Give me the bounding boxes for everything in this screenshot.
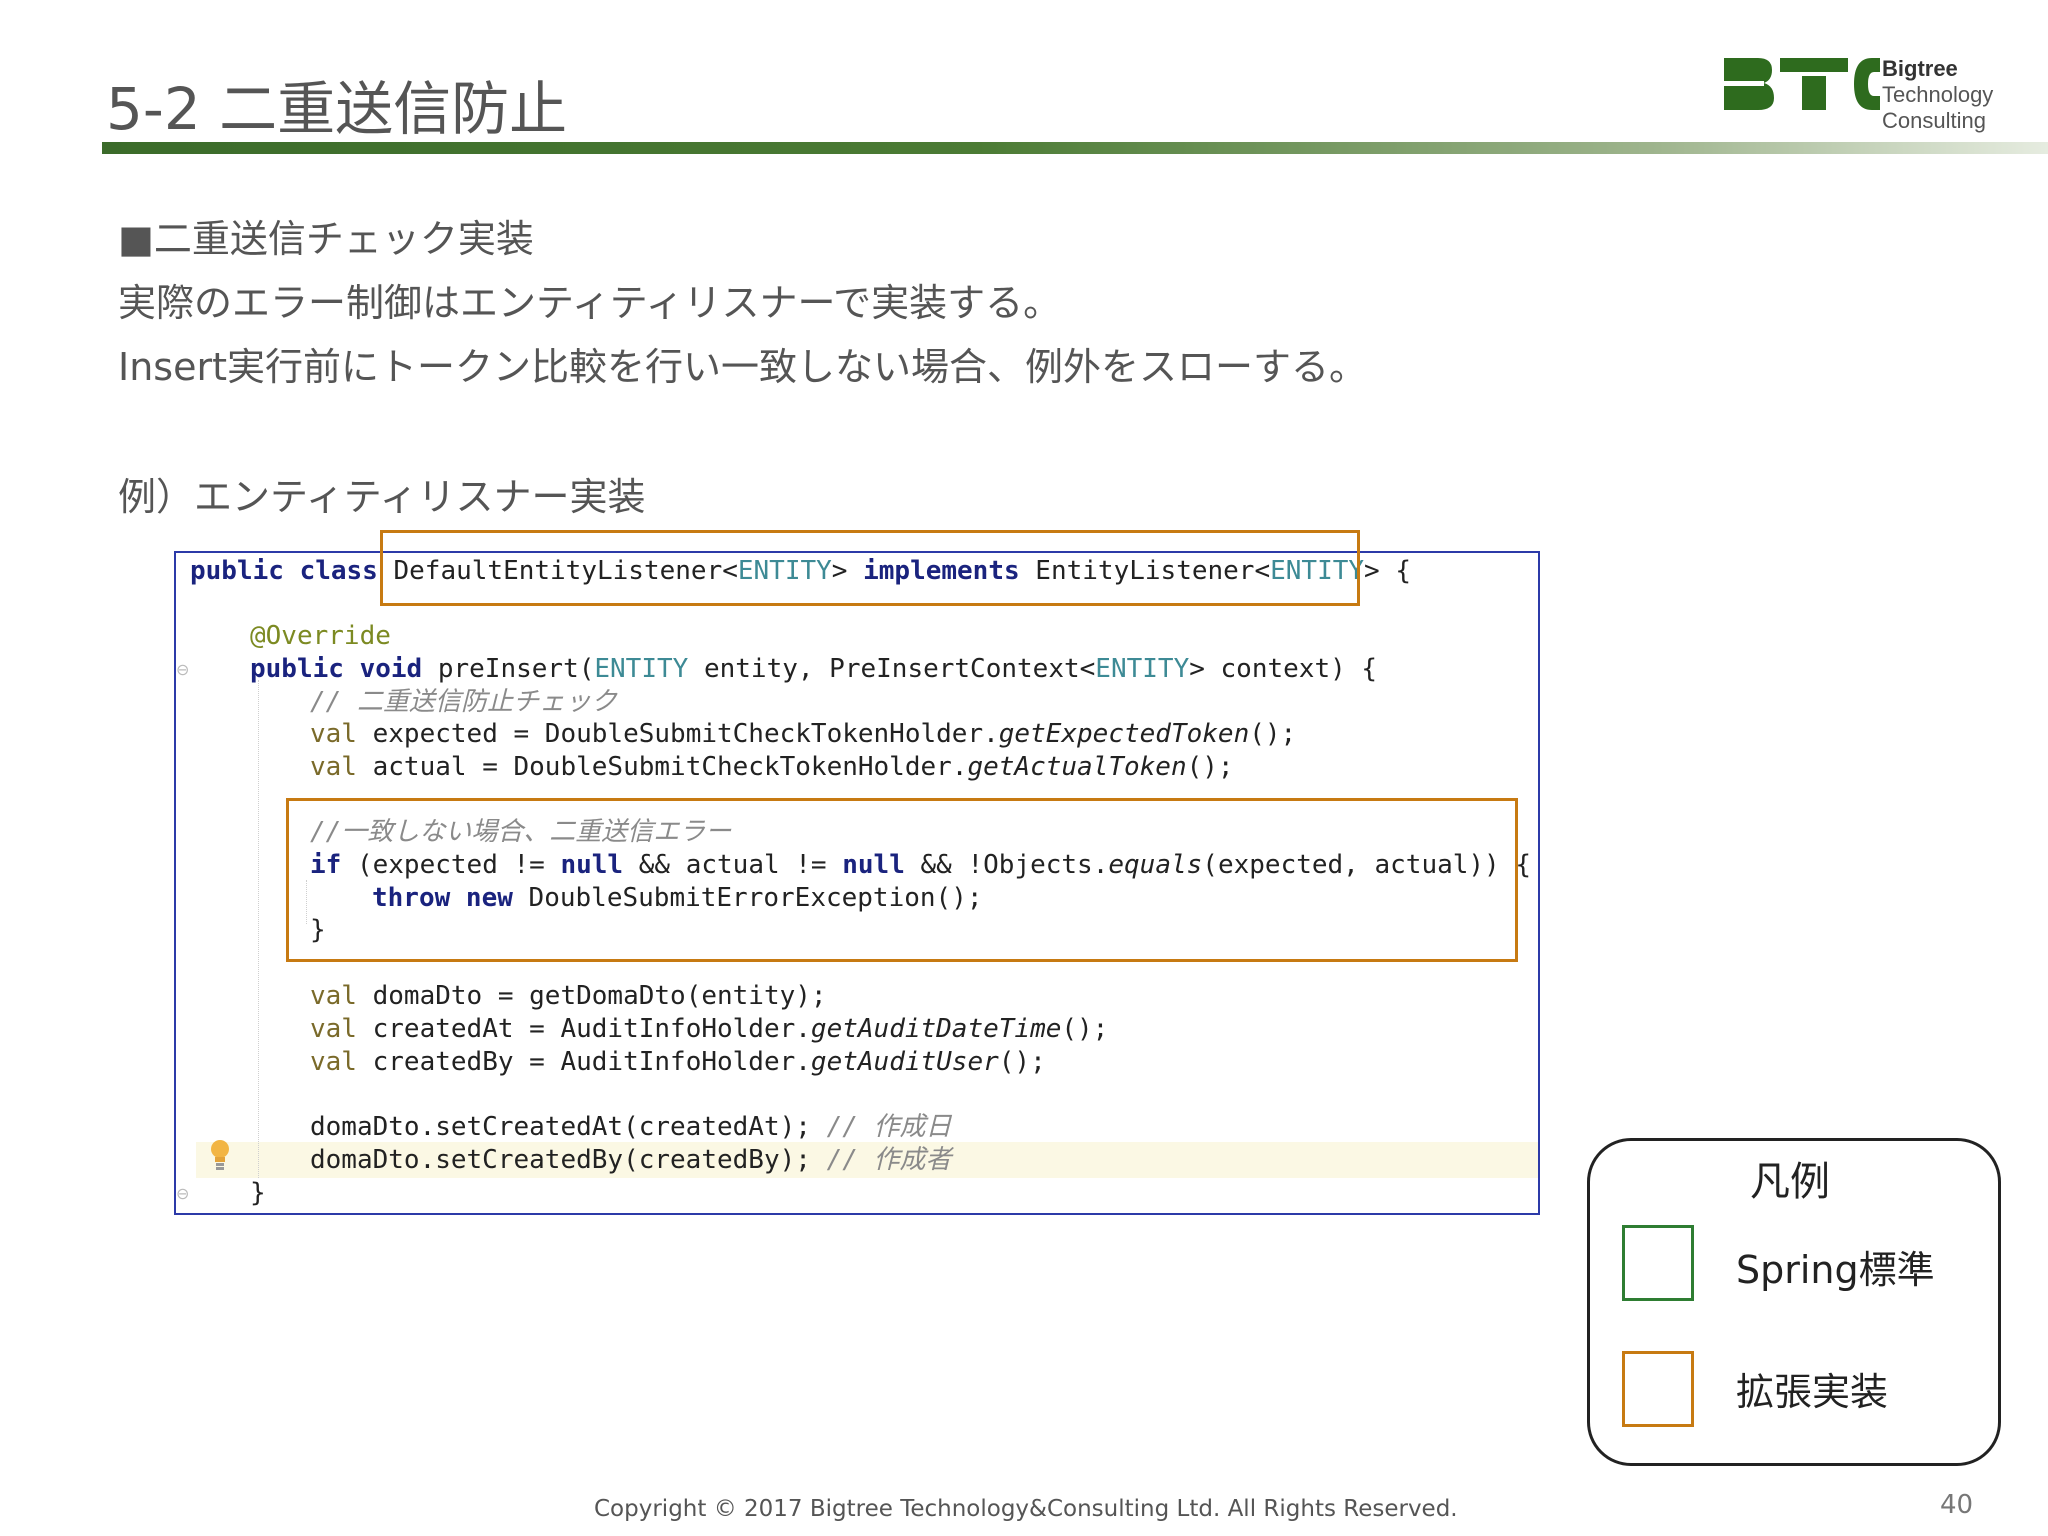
legend-swatch-extension — [1622, 1351, 1694, 1427]
indent-guide — [258, 680, 259, 1178]
section-heading: ■二重送信チェック実装 — [118, 217, 534, 261]
code-line-created-at: val createdAt = AuditInfoHolder.getAudit… — [310, 1014, 1109, 1044]
copyright-footer: Copyright © 2017 Bigtree Technology&Cons… — [594, 1496, 1458, 1522]
legend-title: 凡例 — [1750, 1159, 1830, 1205]
slide-title: 5-2 二重送信防止 — [106, 75, 568, 143]
code-line-set-created-by: domaDto.setCreatedBy(createdBy); // 作成者 — [310, 1145, 952, 1175]
code-line-method-decl: public void preInsert(ENTITY entity, Pre… — [250, 654, 1378, 684]
code-line-annotation: @Override — [250, 621, 391, 651]
code-line-actual: val actual = DoubleSubmitCheckTokenHolde… — [310, 752, 1234, 782]
page-number: 40 — [1940, 1490, 1974, 1520]
lightbulb-icon — [211, 1140, 229, 1170]
legend-box: 凡例 Spring標準 拡張実装 — [1587, 1138, 2001, 1466]
code-line-method-close: } — [250, 1178, 266, 1208]
fold-icon: ⊖ — [176, 660, 190, 679]
extension-highlight-class — [380, 530, 1360, 606]
code-line-set-created-at: domaDto.setCreatedAt(createdAt); // 作成日 — [310, 1112, 952, 1142]
legend-label-spring: Spring標準 — [1736, 1248, 1935, 1292]
description-line-2: Insert実行前にトークン比較を行い一致しない場合、例外をスローする。 — [118, 345, 1367, 389]
legend-swatch-spring — [1622, 1225, 1694, 1301]
code-line-comment: // 二重送信防止チェック — [310, 687, 617, 717]
legend-label-extension: 拡張実装 — [1736, 1370, 1889, 1414]
fold-icon: ⊖ — [176, 1184, 190, 1203]
code-line-created-by: val createdBy = AuditInfoHolder.getAudit… — [310, 1047, 1046, 1077]
description-line-1: 実際のエラー制御はエンティティリスナーで実装する。 — [118, 281, 1062, 325]
code-line-expected: val expected = DoubleSubmitCheckTokenHol… — [310, 719, 1297, 749]
code-line-domadto: val domaDto = getDomaDto(entity); — [310, 981, 827, 1011]
example-label: 例）エンティティリスナー実装 — [118, 475, 646, 519]
title-divider — [102, 142, 2048, 154]
extension-highlight-if-block — [286, 798, 1518, 962]
logo-text: Bigtree Technology Consulting — [1882, 56, 1994, 133]
